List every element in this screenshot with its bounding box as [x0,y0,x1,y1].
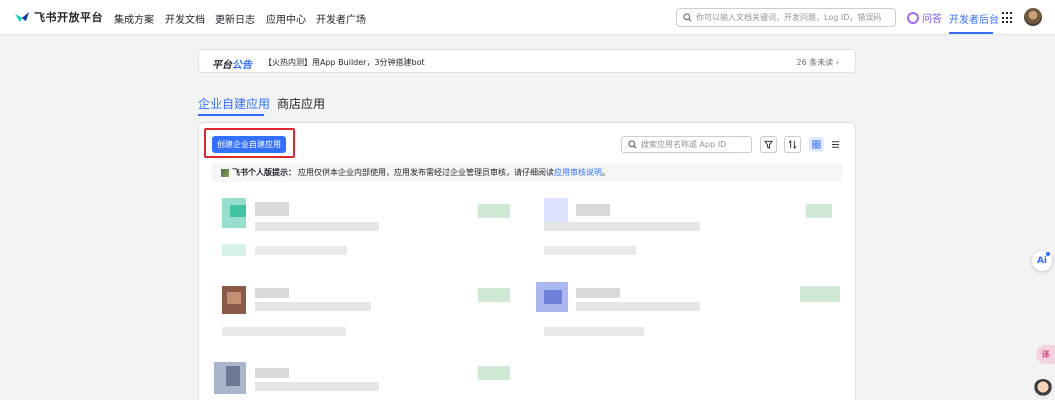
help-assistant-avatar[interactable] [1033,379,1053,399]
ask-label: 问答 [922,14,942,25]
personal-edition-tip: 飞书个人版提示： 应用仅供本企业内部使用，应用发布需经过企业管理员审核，请仔细阅… [212,163,843,182]
search-icon [683,13,692,22]
tip-end: 。 [602,168,610,177]
list-view-button[interactable] [828,137,843,152]
logo[interactable]: 飞书开放平台 [14,9,103,25]
nav-item-app-center[interactable]: 应用中心 [266,11,306,26]
announcement-bar[interactable]: 平台公告 【火热内测】用App Builder，3分钟搭建bot 26 条未读 … [198,49,856,73]
announcement-text[interactable]: 【火热内测】用App Builder，3分钟搭建bot [264,57,425,68]
ask-button[interactable]: 问答 [907,10,942,25]
tab-store-apps[interactable]: 商店应用 [277,95,325,112]
sort-icon [788,140,797,149]
console-active-indicator [949,32,993,34]
top-nav: 飞书开放平台 集成方案 开发文档 更新日志 应用中心 开发者广场 问答 开发者后… [0,0,1055,35]
app-search-input[interactable] [641,140,746,149]
sort-button[interactable] [784,136,801,153]
search-icon [628,140,637,149]
doc-search-box[interactable] [676,8,896,27]
tab-active-underline [198,114,264,116]
user-avatar[interactable] [1024,8,1042,26]
tip-title: 飞书个人版提示： [232,168,296,177]
nav-item-docs[interactable]: 开发文档 [165,11,205,26]
app-grid-icon[interactable] [1002,12,1014,24]
nav-item-solutions[interactable]: 集成方案 [114,11,154,26]
tip-text: 应用仅供本企业内部使用，应用发布需经过企业管理员审核，请仔细阅读 [298,168,554,177]
feishu-logo-icon [15,12,29,22]
list-view-icon [831,141,840,148]
filter-icon [764,140,773,149]
console-link[interactable]: 开发者后台 [949,11,999,26]
nav-item-developer-square[interactable]: 开发者广场 [316,11,366,26]
nav-item-changelog[interactable]: 更新日志 [215,11,255,26]
review-guide-link[interactable]: 应用审核说明 [554,167,602,178]
doc-search-input[interactable] [696,13,886,22]
translate-button[interactable]: 译 [1036,345,1055,364]
logo-text: 飞书开放平台 [34,11,103,24]
ask-icon [907,11,919,24]
announcement-title: 平台公告 [212,60,252,71]
create-app-button[interactable]: 创建企业自建应用 [212,136,286,153]
grid-view-icon [812,140,821,149]
ai-notification-dot [1046,252,1050,256]
tip-icon [221,168,229,177]
unread-count-link[interactable]: 26 条未读 › [797,57,839,68]
app-search-box[interactable] [621,136,752,153]
grid-view-button[interactable] [809,137,824,152]
tab-custom-apps[interactable]: 企业自建应用 [198,95,270,112]
filter-button[interactable] [760,136,777,153]
